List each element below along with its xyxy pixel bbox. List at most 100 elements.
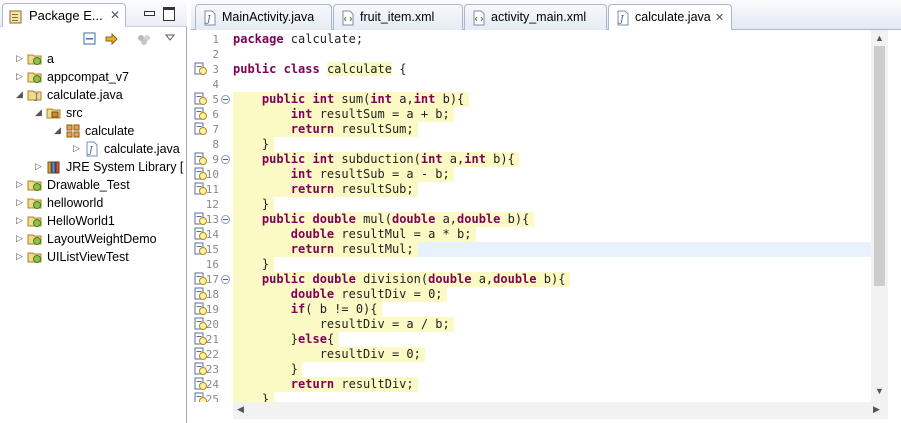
code-line[interactable]: public double division(double a,double b…	[233, 272, 570, 287]
code-line[interactable]: public class calculate {	[233, 62, 406, 77]
tree-item[interactable]: ▷ Drawable_Test	[0, 176, 187, 194]
scroll-left-arrow-icon[interactable]: ◀	[237, 404, 244, 415]
tree-item[interactable]: ▷ LayoutWeightDemo	[0, 230, 187, 248]
code-line[interactable]: }	[233, 392, 274, 402]
collapse-arrow-icon[interactable]: ◢	[54, 125, 61, 136]
line-number: 2	[212, 48, 219, 61]
tree-item-label: Drawable_Test	[47, 178, 130, 192]
tab-activity-main-xml[interactable]: activity_main.xml	[464, 4, 607, 30]
code-line[interactable]: package calculate;	[233, 32, 363, 47]
code-line[interactable]: }	[233, 137, 274, 152]
override-marker-icon[interactable]	[194, 107, 208, 121]
tree-item[interactable]: ▷ Jcalculate.java	[0, 140, 187, 158]
android-project-icon	[27, 51, 43, 67]
code-line[interactable]: return resultSub;	[233, 182, 418, 197]
tree-item[interactable]: ▷ HelloWorld1	[0, 212, 187, 230]
link-with-editor-icon[interactable]	[104, 32, 120, 46]
tree-item[interactable]: ▷ a	[0, 50, 187, 68]
expand-arrow-icon[interactable]: ▷	[16, 179, 23, 190]
tree-item[interactable]: ▷ UIListViewTest	[0, 248, 187, 266]
tree-item[interactable]: ▷ helloworld	[0, 194, 187, 212]
fold-toggle-icon[interactable]	[221, 215, 230, 224]
override-marker-icon[interactable]	[194, 347, 208, 361]
code-line[interactable]: public double mul(double a,double b){	[233, 212, 534, 227]
override-marker-icon[interactable]	[194, 182, 208, 196]
fold-toggle-icon[interactable]	[221, 275, 230, 284]
minimize-button[interactable]	[851, 6, 865, 20]
code-text[interactable]: package calculate; public class calculate…	[233, 30, 871, 402]
code-line[interactable]: return resultSum;	[233, 122, 418, 137]
code-editor: J MainActivity.java fruit_item.xml activ…	[191, 0, 901, 423]
expand-arrow-icon[interactable]: ▷	[16, 71, 23, 82]
tree-item[interactable]: ◢ Jcalculate.java	[0, 86, 187, 104]
vertical-scrollbar[interactable]: ▲ ▼	[871, 30, 888, 402]
collapse-arrow-icon[interactable]: ◢	[16, 89, 23, 100]
scroll-up-arrow-icon[interactable]: ▲	[875, 33, 884, 43]
code-line[interactable]: }	[233, 257, 274, 272]
code-line[interactable]: double resultDiv = 0;	[233, 287, 447, 302]
code-line[interactable]: resultDiv = 0;	[233, 347, 425, 362]
code-line[interactable]: }else{	[233, 332, 339, 347]
minimize-button[interactable]	[142, 6, 156, 20]
override-marker-icon[interactable]	[194, 62, 208, 76]
override-marker-icon[interactable]	[194, 332, 208, 346]
chevron-down-icon[interactable]	[164, 32, 180, 46]
code-line[interactable]: double resultMul = a * b;	[233, 227, 476, 242]
tab-package-explorer[interactable]: Package E... ✕	[2, 3, 126, 27]
close-icon[interactable]: ✕	[110, 8, 120, 22]
collapse-arrow-icon[interactable]: ◢	[35, 107, 42, 118]
code-line[interactable]: int resultSub = a - b;	[233, 167, 454, 182]
override-marker-icon[interactable]	[194, 92, 208, 106]
android-project-icon	[27, 213, 43, 229]
code-line[interactable]: }	[233, 197, 274, 212]
expand-arrow-icon[interactable]: ▷	[35, 161, 42, 172]
maximize-button[interactable]	[871, 6, 885, 20]
fold-toggle-icon[interactable]	[221, 155, 230, 164]
override-marker-icon[interactable]	[194, 302, 208, 316]
expand-arrow-icon[interactable]: ▷	[16, 233, 23, 244]
code-line[interactable]: }	[233, 362, 302, 377]
expand-arrow-icon[interactable]: ▷	[16, 215, 23, 226]
tab-mainactivity-java[interactable]: J MainActivity.java	[195, 4, 332, 30]
override-marker-icon[interactable]	[194, 392, 208, 402]
collapse-all-icon[interactable]	[82, 32, 98, 46]
expand-arrow-icon[interactable]: ▷	[73, 143, 80, 154]
code-line[interactable]: if( b != 0){	[233, 302, 382, 317]
override-marker-icon[interactable]	[194, 212, 208, 226]
expand-arrow-icon[interactable]: ▷	[16, 197, 23, 208]
override-marker-icon[interactable]	[194, 287, 208, 301]
code-line[interactable]: return resultDiv;	[233, 377, 418, 392]
tree-item[interactable]: ▷ JRE System Library [	[0, 158, 187, 176]
override-marker-icon[interactable]	[194, 227, 208, 241]
code-area[interactable]: 1 2 3 4 5 6 7 8 9 10 11 12 13 14 15 16 17 18 19 20 21 22 23 24 2…	[191, 30, 871, 402]
tab-calculate-java[interactable]: J calculate.java ✕	[608, 4, 732, 30]
override-marker-icon[interactable]	[194, 122, 208, 136]
fold-toggle-icon[interactable]	[221, 95, 230, 104]
tree-item[interactable]: ▷ appcompat_v7	[0, 68, 187, 86]
override-marker-icon[interactable]	[194, 362, 208, 376]
code-line[interactable]: resultDiv = a / b;	[233, 317, 454, 332]
code-line[interactable]: public int subduction(int a,int b){	[233, 152, 519, 167]
code-line[interactable]: int resultSum = a + b;	[233, 107, 454, 122]
override-marker-icon[interactable]	[194, 377, 208, 391]
expand-arrow-icon[interactable]: ▷	[16, 251, 23, 262]
maximize-button[interactable]	[162, 6, 176, 21]
override-marker-icon[interactable]	[194, 152, 208, 166]
override-marker-icon[interactable]	[194, 317, 208, 331]
code-line[interactable]: public int sum(int a,int b){	[233, 92, 469, 107]
code-line[interactable]: return resultMul;	[233, 242, 418, 257]
horizontal-scrollbar[interactable]: ◀ ▶	[233, 402, 888, 419]
java-file-icon: J	[84, 141, 100, 157]
override-marker-icon[interactable]	[194, 242, 208, 256]
close-icon[interactable]: ✕	[715, 11, 724, 24]
expand-arrow-icon[interactable]: ▷	[16, 53, 23, 64]
tree-item[interactable]: ◢ calculate	[0, 122, 187, 140]
scrollbar-thumb[interactable]	[874, 46, 885, 286]
tab-fruit-item-xml[interactable]: fruit_item.xml	[333, 4, 463, 30]
tree-item[interactable]: ◢ src	[0, 104, 187, 122]
scroll-down-arrow-icon[interactable]: ▼	[875, 386, 884, 396]
view-menu-icon[interactable]	[136, 32, 152, 46]
override-marker-icon[interactable]	[194, 272, 208, 286]
scroll-right-arrow-icon[interactable]: ▶	[873, 404, 880, 415]
override-marker-icon[interactable]	[194, 167, 208, 181]
